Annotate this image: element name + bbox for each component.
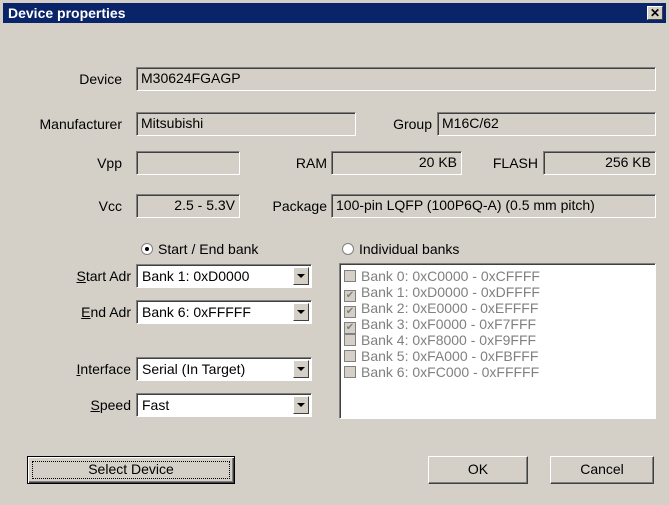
banks-listbox[interactable]: Bank 0: 0xC0000 - 0xCFFFF ✔ Bank 1: 0xD00… [339,263,656,419]
bank-checkbox[interactable]: Bank 4: 0xF8000 - 0xF9FFF [344,332,536,348]
ok-button[interactable]: OK [428,456,528,484]
speed-label: Speed [90,397,132,413]
select-device-button[interactable]: Select Device [27,456,235,484]
dialog-title: Device properties [8,5,126,21]
start-adr-value: Bank 1: 0xD0000 [142,268,250,284]
close-button[interactable]: ✕ [647,6,663,20]
flash-field: 256 KB [543,151,656,175]
vpp-label: Vpp [97,155,122,171]
title-bar[interactable]: Device properties ✕ [3,3,666,23]
vpp-field [136,151,240,175]
individual-banks-label: Individual banks [359,241,460,257]
start-adr-select[interactable]: Bank 1: 0xD0000 [136,264,312,288]
device-label: Device [79,71,122,87]
device-properties-dialog: Device properties ✕ Device M30624FGAGP M… [0,0,669,505]
radio-selected-icon [141,243,153,255]
group-field: M16C/62 [437,112,656,136]
cancel-button[interactable]: Cancel [550,456,654,484]
package-field: 100-pin LQFP (100P6Q-A) (0.5 mm pitch) [331,194,656,218]
package-label: Package [272,198,327,214]
interface-label: Interface [76,361,131,377]
bank-checkbox[interactable]: ✔ Bank 3: 0xF0000 - 0xF7FFF [344,316,536,334]
dropdown-button[interactable] [293,396,309,414]
checkbox-icon [344,270,356,282]
chevron-down-icon [297,274,305,278]
checkbox-icon [344,350,356,362]
bank-checkbox[interactable]: ✔ Bank 2: 0xE0000 - 0xEFFFF [344,300,538,318]
interface-select[interactable]: Serial (In Target) [136,357,312,381]
cancel-label: Cancel [580,461,624,477]
start-end-bank-radio[interactable]: Start / End bank [141,241,258,257]
radio-unselected-icon [342,243,354,255]
end-adr-label: End Adr [81,304,131,320]
speed-value: Fast [142,397,170,413]
close-icon: ✕ [649,6,661,20]
dropdown-button[interactable] [293,360,309,378]
bank-checkbox[interactable]: Bank 5: 0xFA000 - 0xFBFFF [344,348,538,364]
vcc-field: 2.5 - 5.3V [136,194,240,218]
checkbox-icon [344,366,356,378]
group-label: Group [393,116,432,132]
individual-banks-radio[interactable]: Individual banks [342,241,459,257]
speed-select[interactable]: Fast [136,393,312,417]
bank-checkbox[interactable]: Bank 6: 0xFC000 - 0xFFFFF [344,364,539,380]
chevron-down-icon [297,310,305,314]
vcc-label: Vcc [98,198,122,214]
end-adr-value: Bank 6: 0xFFFFF [142,304,251,320]
interface-value: Serial (In Target) [142,361,246,377]
start-adr-label: Start Adr [76,268,131,284]
manufacturer-field: Mitsubishi [136,112,356,136]
dropdown-button[interactable] [293,267,309,285]
chevron-down-icon [297,367,305,371]
focus-rect [32,461,230,479]
end-adr-select[interactable]: Bank 6: 0xFFFFF [136,300,312,324]
device-field: M30624FGAGP [136,67,656,91]
ram-field: 20 KB [331,151,462,175]
chevron-down-icon [297,403,305,407]
manufacturer-label: Manufacturer [39,116,122,132]
bank-checkbox[interactable]: ✔ Bank 1: 0xD0000 - 0xDFFFF [344,284,540,302]
checkbox-icon [344,334,356,346]
start-end-bank-label: Start / End bank [158,241,259,257]
ok-label: OK [467,461,489,477]
dropdown-button[interactable] [293,303,309,321]
bank-checkbox[interactable]: Bank 0: 0xC0000 - 0xCFFFF [344,268,540,284]
ram-label: RAM [295,155,327,171]
flash-label: FLASH [492,155,538,171]
